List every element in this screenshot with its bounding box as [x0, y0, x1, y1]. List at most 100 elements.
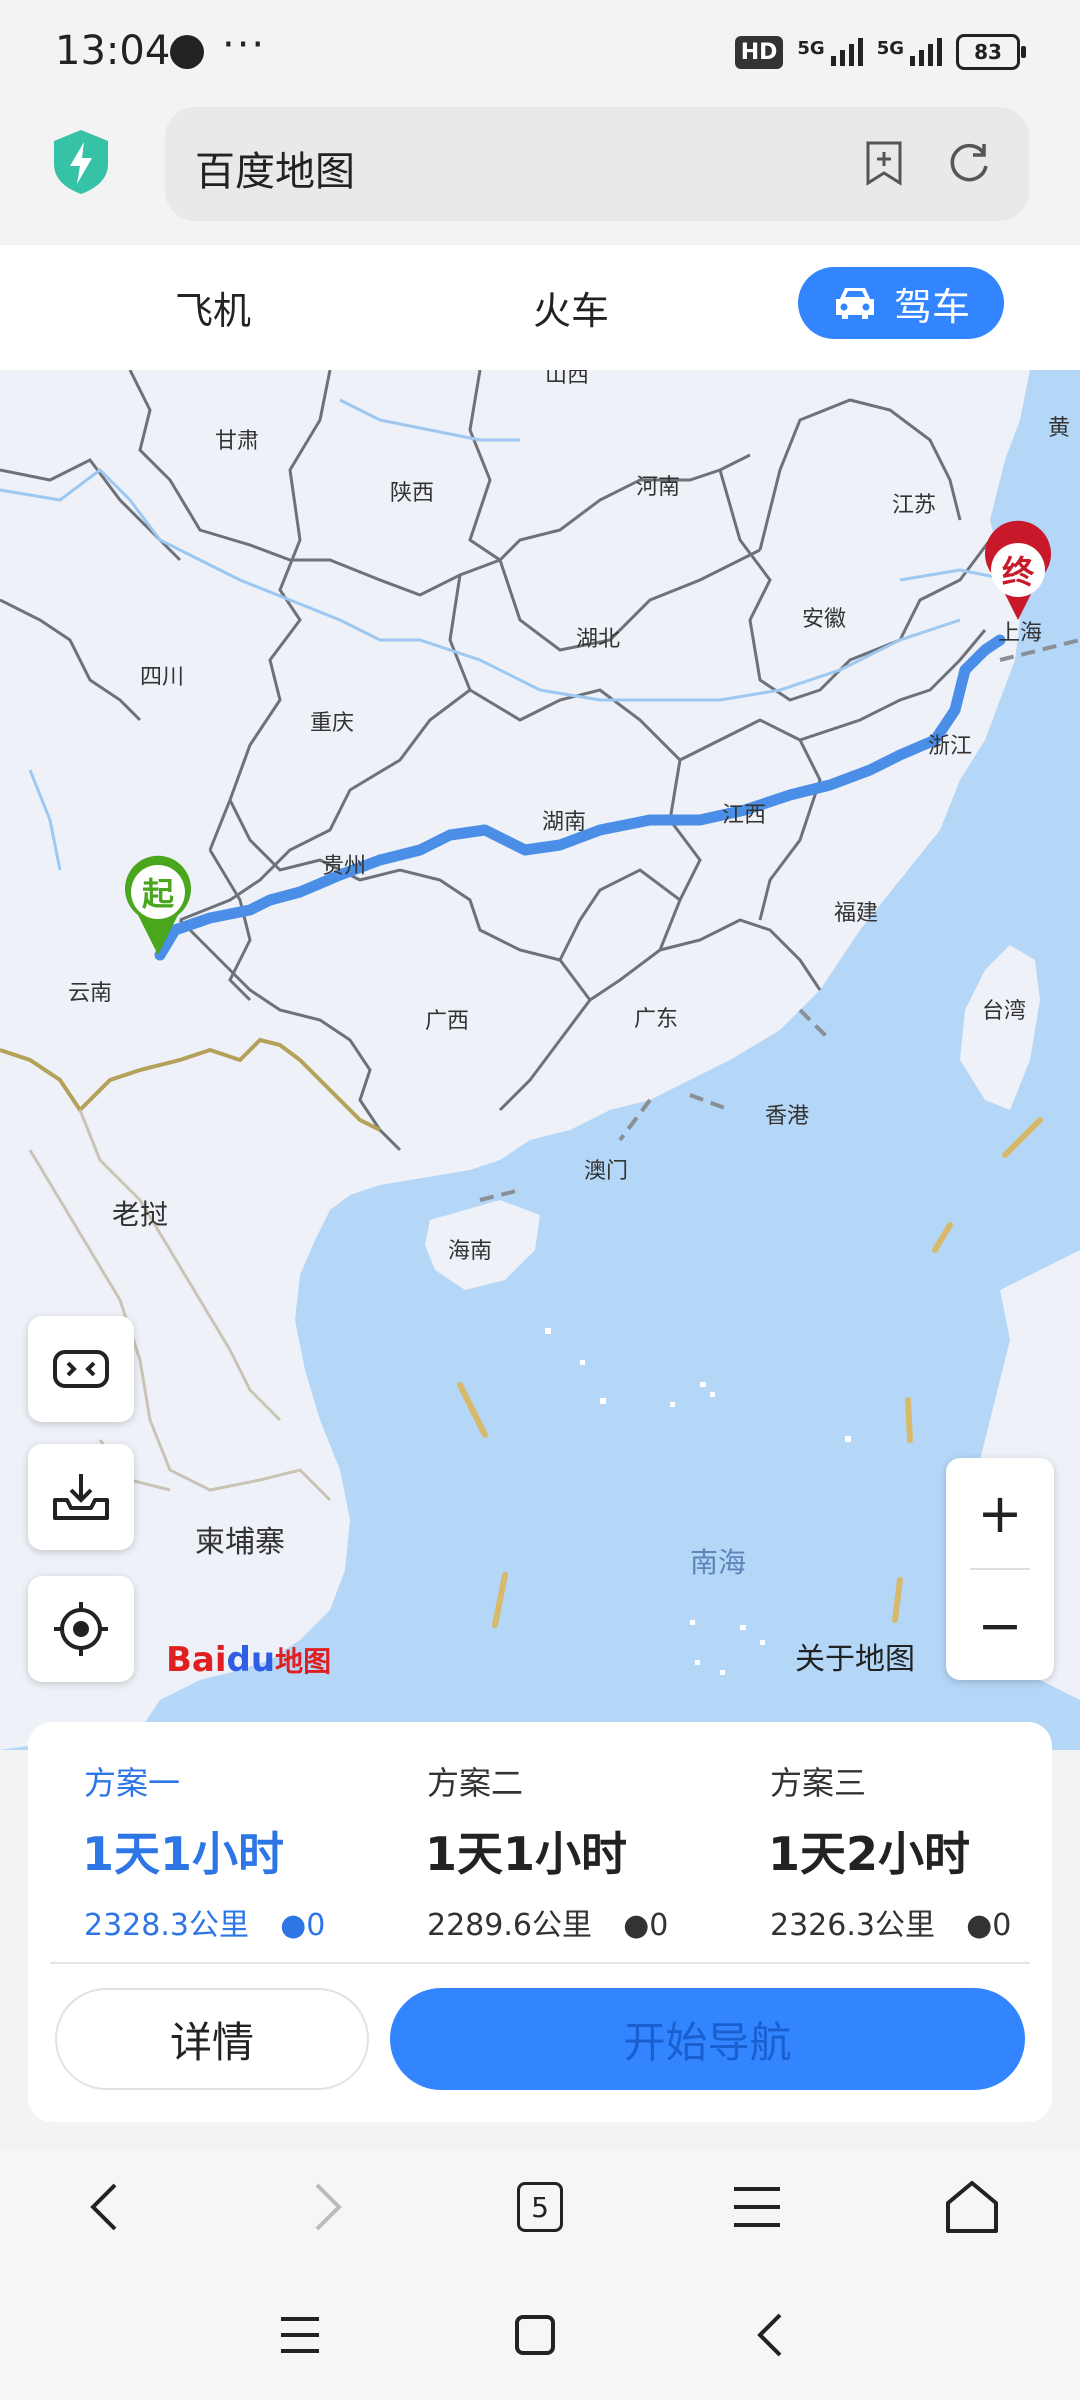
download-icon — [53, 1474, 109, 1520]
logo-du: du — [226, 1640, 276, 1680]
car-icon — [835, 288, 874, 319]
label-xianggang: 香港 — [765, 1104, 809, 1129]
forward-button[interactable] — [282, 2162, 372, 2252]
plan-1-name: 方案一 — [84, 1764, 181, 1802]
logo-bai: Bai — [166, 1640, 227, 1680]
start-marker-label: 起 — [142, 875, 175, 913]
gamepad-icon — [53, 1350, 109, 1388]
plan-1-distance: 2328.3公里 — [84, 1908, 249, 1943]
about-map-link[interactable]: 关于地图 — [795, 1634, 915, 1678]
system-back-icon — [757, 2313, 782, 2357]
reload-icon[interactable] — [946, 140, 992, 186]
label-shaanxi: 陕西 — [390, 481, 434, 506]
end-marker-label: 终 — [1002, 553, 1035, 591]
label-guizhou: 贵州 — [322, 854, 366, 879]
label-laos: 老挝 — [112, 1198, 168, 1231]
more-notifications-icon: ··· — [222, 22, 267, 68]
network-label: 5G — [797, 38, 825, 59]
game-mode-button[interactable] — [28, 1316, 134, 1422]
menu-button[interactable] — [712, 2162, 802, 2252]
tab-train[interactable]: 火车 — [533, 280, 609, 335]
label-guangxi: 广西 — [425, 1009, 469, 1034]
land-mainland — [0, 370, 1030, 1750]
plan-2-distance: 2289.6公里 — [427, 1908, 592, 1943]
label-shanxi: 山西 — [545, 370, 589, 388]
locate-button[interactable] — [28, 1576, 134, 1682]
plan-2-time: 1天1小时 — [425, 1827, 628, 1881]
route-map[interactable]: 起 终 山西 甘肃 陕西 河南 江苏 黄 安徽 上海 湖北 四川 重庆 浙江 湖… — [0, 370, 1080, 1750]
label-anhui: 安徽 — [802, 607, 846, 632]
home-button[interactable] — [927, 2162, 1017, 2252]
add-bookmark-icon[interactable] — [862, 140, 906, 186]
island-taiwan — [960, 945, 1040, 1110]
label-cambodia: 柬埔寨 — [195, 1525, 285, 1560]
back-icon — [90, 2183, 117, 2231]
label-hunan: 湖南 — [542, 810, 586, 835]
plan-3-meta: 2326.3公里 ●0 — [770, 1900, 1011, 1944]
plan-3-toll: 0 — [992, 1908, 1012, 1943]
recents-button[interactable] — [255, 2290, 345, 2380]
label-sichuan: 四川 — [140, 665, 184, 690]
traffic-light-icon: ● — [623, 1908, 650, 1943]
plan-2-toll: 0 — [649, 1908, 669, 1943]
locate-icon — [54, 1602, 108, 1656]
label-huang: 黄 — [1048, 416, 1070, 441]
system-home-button[interactable] — [490, 2290, 580, 2380]
logo-map: 地图 — [275, 1645, 332, 1678]
islands — [545, 1328, 851, 1675]
tab-count: 5 — [517, 2182, 563, 2232]
label-jiangxi: 江西 — [722, 803, 766, 828]
tabs-button[interactable]: 5 — [495, 2162, 585, 2252]
tab-drive[interactable]: 驾车 — [798, 267, 1004, 339]
zoom-in-button[interactable]: + — [946, 1458, 1054, 1568]
plan-1-toll: 0 — [306, 1908, 326, 1943]
label-shanghai: 上海 — [998, 621, 1042, 646]
plan-2-name: 方案二 — [427, 1764, 524, 1802]
plan-1-meta: 2328.3公里 ●0 — [84, 1900, 325, 1944]
square-home-icon — [515, 2315, 555, 2355]
tab-drive-label: 驾车 — [893, 284, 970, 329]
label-hubei: 湖北 — [576, 627, 620, 652]
label-yunnan: 云南 — [68, 981, 112, 1006]
plan-1-time: 1天1小时 — [82, 1827, 285, 1881]
page-title[interactable]: 百度地图 — [195, 139, 355, 197]
forward-icon — [315, 2183, 342, 2231]
panel-divider — [50, 1962, 1030, 1964]
plan-2-meta: 2289.6公里 ●0 — [427, 1900, 668, 1944]
tab-flight[interactable]: 飞机 — [175, 280, 251, 335]
signal-icon-2: 5G — [877, 38, 942, 66]
baidu-map-logo: Baidu地图 — [166, 1640, 331, 1680]
label-nanhai: 南海 — [690, 1546, 746, 1579]
back-button[interactable] — [60, 2162, 150, 2252]
plan-3-name: 方案三 — [770, 1764, 867, 1802]
plan-3-distance: 2326.3公里 — [770, 1908, 935, 1943]
label-chongqing: 重庆 — [310, 711, 354, 736]
start-navigation-button[interactable]: 开始导航 — [390, 1988, 1025, 2090]
notification-icon — [170, 35, 204, 69]
signal-icon: 5G — [797, 38, 863, 66]
plan-3-time: 1天2小时 — [768, 1827, 971, 1881]
label-aomen: 澳门 — [584, 1159, 628, 1184]
label-guangdong: 广东 — [634, 1007, 678, 1032]
label-gansu: 甘肃 — [215, 429, 259, 454]
hd-badge: HD — [734, 35, 784, 69]
zoom-out-button[interactable]: − — [946, 1570, 1054, 1680]
map-canvas[interactable]: 起 终 山西 甘肃 陕西 河南 江苏 黄 安徽 上海 湖北 四川 重庆 浙江 湖… — [0, 370, 1080, 1750]
detail-button[interactable]: 详情 — [55, 1988, 369, 2090]
label-jiangsu: 江苏 — [892, 493, 936, 518]
traffic-light-icon: ● — [280, 1908, 307, 1943]
shield-bolt-icon[interactable] — [50, 128, 112, 196]
label-fujian: 福建 — [834, 901, 878, 926]
status-time: 13:04 — [55, 28, 171, 74]
label-hainan: 海南 — [448, 1239, 492, 1264]
network-label-2: 5G — [876, 38, 904, 59]
battery-icon: 83 — [956, 34, 1026, 70]
menu-icon — [734, 2187, 780, 2227]
label-zhejiang: 浙江 — [928, 734, 972, 759]
recents-icon — [281, 2317, 319, 2353]
status-indicators: HD 5G 5G 83 — [734, 30, 1026, 74]
home-icon — [946, 2181, 998, 2233]
system-back-button[interactable] — [725, 2290, 815, 2380]
offline-download-button[interactable] — [28, 1444, 134, 1550]
label-taiwan: 台湾 — [982, 999, 1026, 1024]
